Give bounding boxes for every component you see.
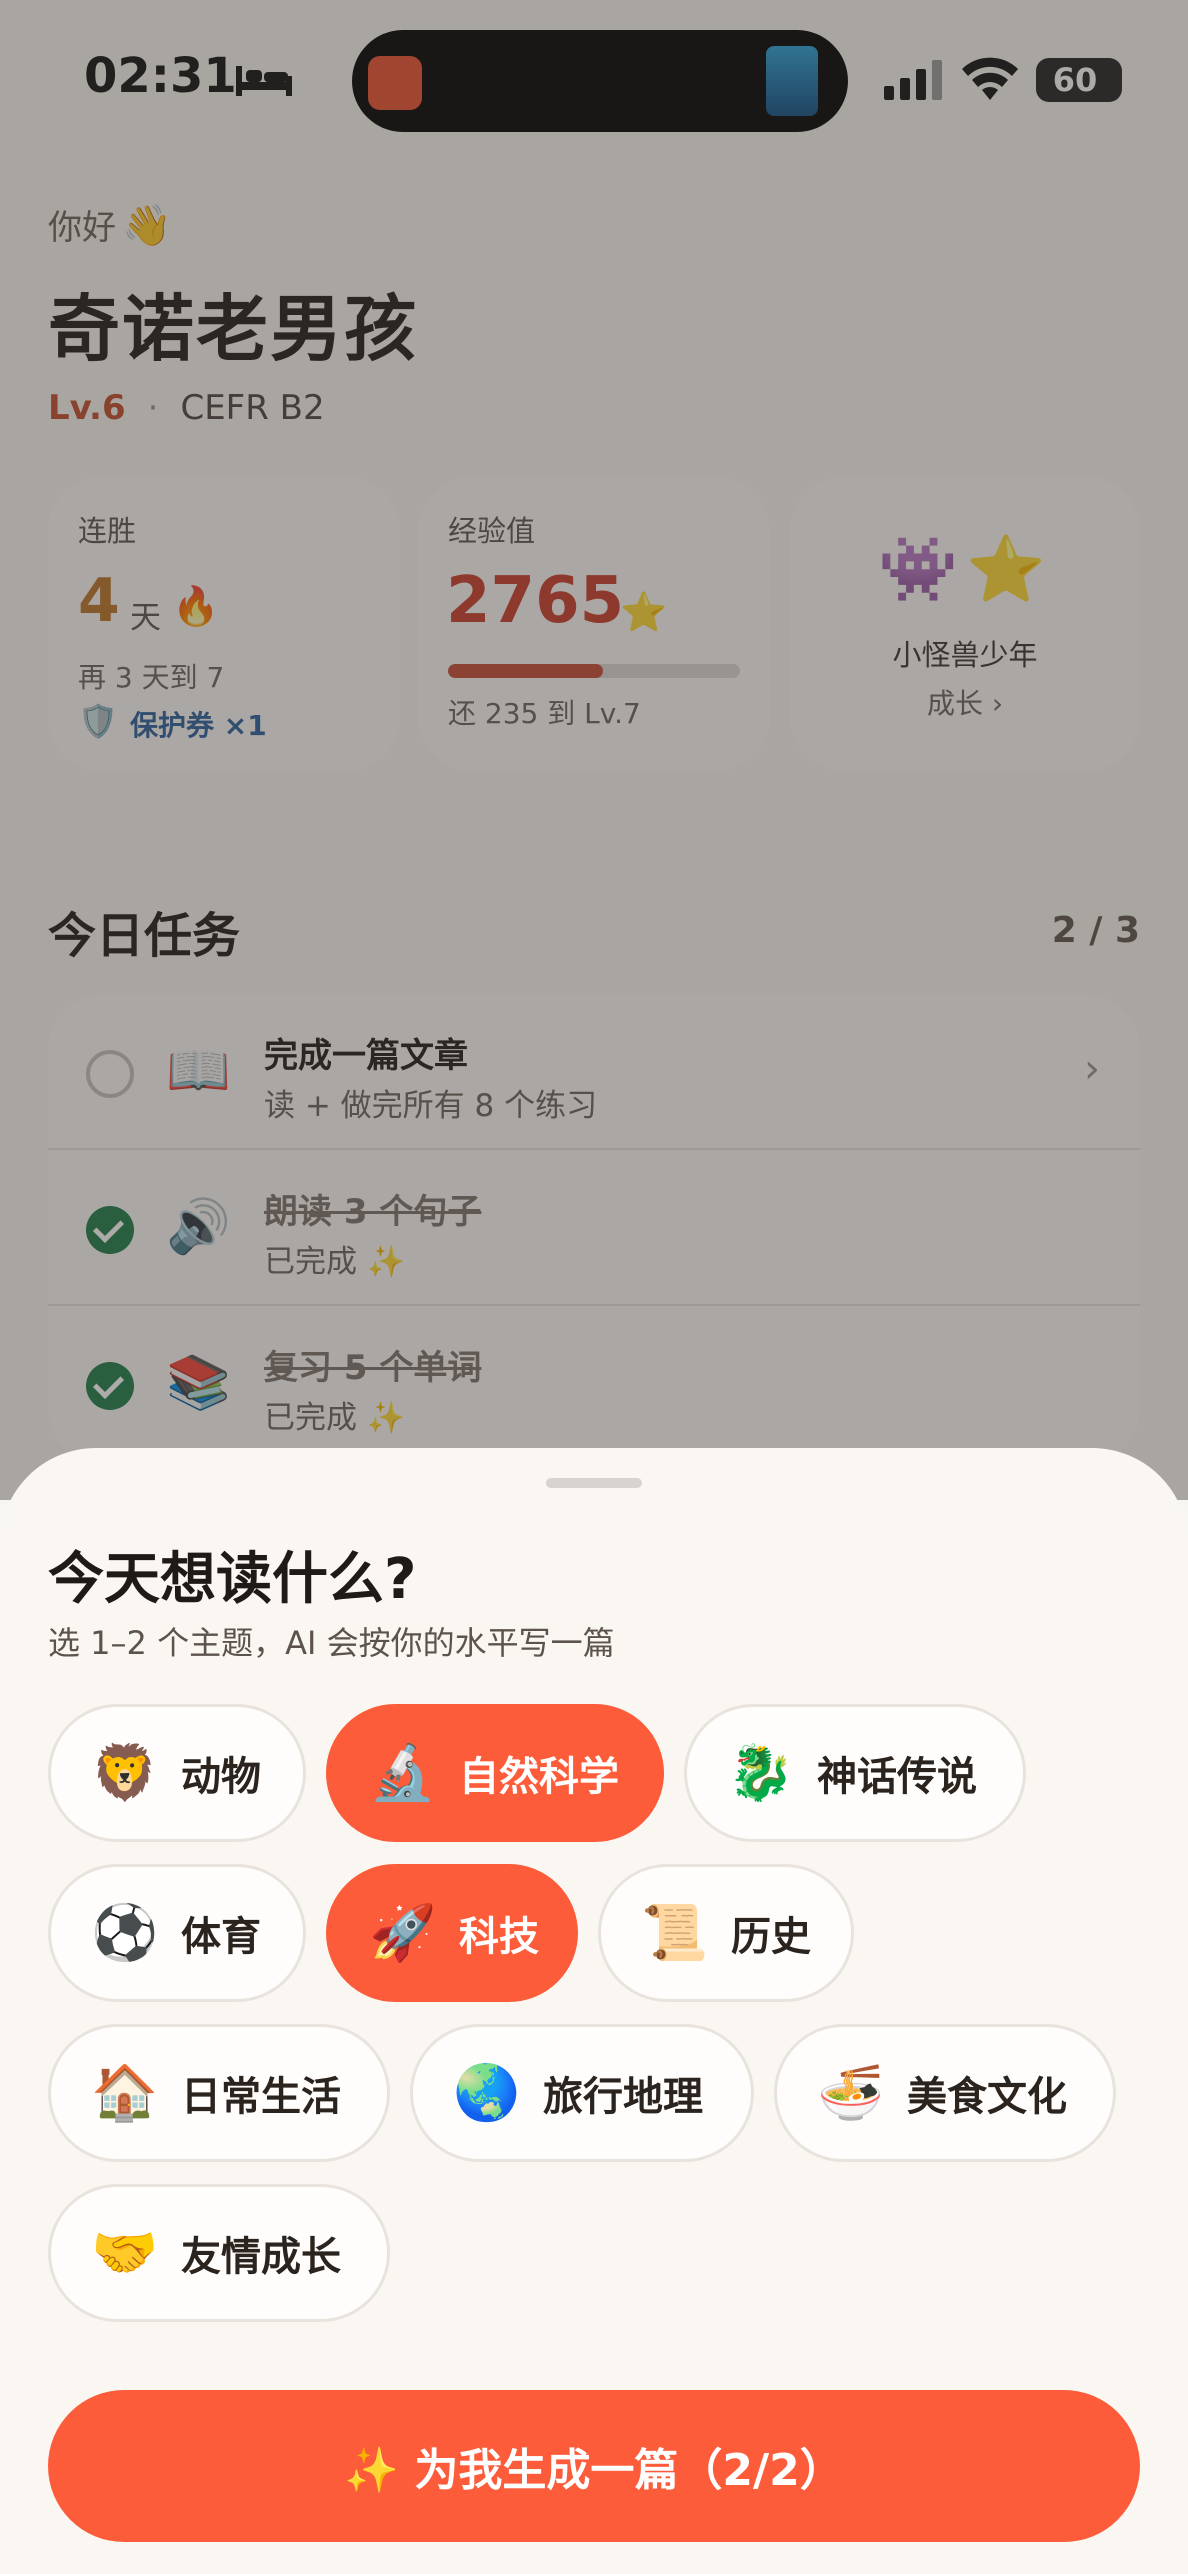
sheet-drag-handle[interactable] [546,1478,642,1488]
topic-chip-food-culture[interactable]: 🍜 美食文化 [774,2024,1116,2162]
lion-icon: 🦁 [91,1741,159,1804]
topic-label: 动物 [181,1754,261,1800]
topic-label: 自然科学 [459,1754,619,1800]
handshake-icon: 🤝 [91,2221,159,2284]
dragon-icon: 🐉 [727,1741,795,1804]
noodle-bowl-icon: 🍜 [817,2061,885,2124]
topic-chip-natural-science[interactable]: 🔬 自然科学 [326,1704,664,1842]
topic-label: 神话传说 [817,1754,977,1800]
soccer-ball-icon: ⚽ [91,1901,159,1964]
house-icon: 🏠 [91,2061,159,2124]
topic-chip-friendship[interactable]: 🤝 友情成长 [48,2184,390,2322]
topic-label: 日常生活 [181,2074,341,2120]
scroll-icon: 📜 [641,1901,709,1964]
sheet-subtitle: 选 1–2 个主题，AI 会按你的水平写一篇 [48,1624,615,1662]
generate-button-label: ✨ 为我生成一篇（2/2） [344,2445,844,2496]
modal-backdrop[interactable] [0,0,1188,1500]
topic-label: 历史 [731,1914,811,1960]
topic-label: 旅行地理 [543,2074,703,2120]
topic-label: 美食文化 [907,2074,1067,2120]
sheet-title: 今天想读什么? [48,1547,417,1612]
topic-chip-technology[interactable]: 🚀 科技 [326,1864,578,2002]
topic-chip-animals[interactable]: 🦁 动物 [48,1704,306,1842]
topic-label: 体育 [181,1914,261,1960]
topic-label: 友情成长 [181,2234,341,2280]
topic-chip-history[interactable]: 📜 历史 [598,1864,854,2002]
topic-chip-mythology[interactable]: 🐉 神话传说 [684,1704,1026,1842]
topic-label: 科技 [459,1914,539,1960]
microscope-icon: 🔬 [369,1741,437,1804]
globe-icon: 🌏 [453,2061,521,2124]
home-screen: 02:31 60 你好 👋 奇诺老男孩 Lv.6 · CEFR B2 连胜 4 … [0,0,1188,2574]
generate-article-button[interactable]: ✨ 为我生成一篇（2/2） [48,2390,1140,2542]
topic-chip-daily-life[interactable]: 🏠 日常生活 [48,2024,390,2162]
rocket-icon: 🚀 [369,1901,437,1964]
topic-chip-travel-geography[interactable]: 🌏 旅行地理 [410,2024,754,2162]
topic-chip-sports[interactable]: ⚽ 体育 [48,1864,306,2002]
